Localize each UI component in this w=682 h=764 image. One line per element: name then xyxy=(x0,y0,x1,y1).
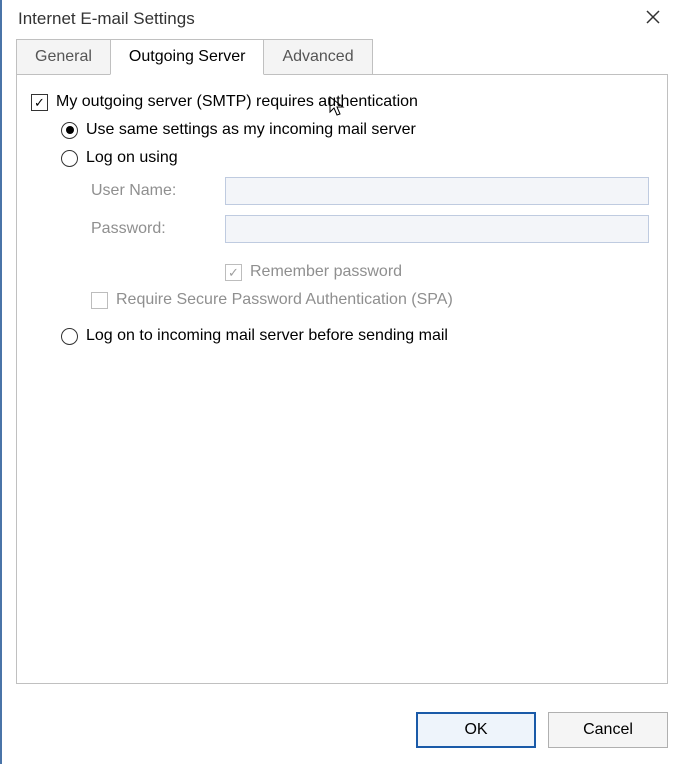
use-same-label: Use same settings as my incoming mail se… xyxy=(86,121,416,139)
username-input[interactable] xyxy=(225,177,649,205)
tab-panel-outgoing: ✓ My outgoing server (SMTP) requires aut… xyxy=(16,74,668,684)
titlebar: Internet E-mail Settings xyxy=(2,0,682,39)
requires-auth-label: My outgoing server (SMTP) requires authe… xyxy=(56,93,418,111)
require-spa-label: Require Secure Password Authentication (… xyxy=(116,291,453,309)
tab-outgoing-server[interactable]: Outgoing Server xyxy=(110,39,265,75)
use-same-radio[interactable] xyxy=(61,122,78,139)
ok-button[interactable]: OK xyxy=(416,712,536,748)
password-label: Password: xyxy=(91,220,211,238)
log-on-incoming-radio[interactable] xyxy=(61,328,78,345)
close-button[interactable] xyxy=(638,8,668,29)
require-spa-row: Require Secure Password Authentication (… xyxy=(91,291,649,309)
requires-auth-checkbox[interactable]: ✓ xyxy=(31,94,48,111)
checkmark-icon: ✓ xyxy=(228,266,239,279)
checkmark-icon: ✓ xyxy=(34,96,45,109)
tab-strip: General Outgoing Server Advanced xyxy=(16,39,668,74)
log-on-using-radio[interactable] xyxy=(61,150,78,167)
credentials-group: User Name: Password: ✓ Remember password… xyxy=(91,177,649,309)
username-label: User Name: xyxy=(91,182,211,200)
radio-dot-icon xyxy=(66,126,74,134)
close-icon xyxy=(646,8,660,28)
button-label: OK xyxy=(464,721,487,738)
email-settings-dialog: Internet E-mail Settings General Outgoin… xyxy=(0,0,682,764)
tab-label: Advanced xyxy=(282,48,353,65)
tab-label: Outgoing Server xyxy=(129,48,246,65)
tab-general[interactable]: General xyxy=(16,39,111,74)
use-same-row: Use same settings as my incoming mail se… xyxy=(61,121,649,139)
password-input[interactable] xyxy=(225,215,649,243)
remember-password-row: ✓ Remember password xyxy=(225,263,649,281)
dialog-title: Internet E-mail Settings xyxy=(18,9,195,29)
cancel-button[interactable]: Cancel xyxy=(548,712,668,748)
log-on-incoming-label: Log on to incoming mail server before se… xyxy=(86,327,448,345)
log-on-incoming-row: Log on to incoming mail server before se… xyxy=(61,327,649,345)
log-on-using-row: Log on using xyxy=(61,149,649,167)
content-area: General Outgoing Server Advanced ✓ My ou… xyxy=(2,39,682,698)
tab-advanced[interactable]: Advanced xyxy=(263,39,372,74)
remember-password-label: Remember password xyxy=(250,263,402,281)
button-label: Cancel xyxy=(583,721,633,738)
dialog-buttons: OK Cancel xyxy=(2,698,682,764)
require-spa-checkbox[interactable] xyxy=(91,292,108,309)
log-on-using-label: Log on using xyxy=(86,149,178,167)
requires-auth-row: ✓ My outgoing server (SMTP) requires aut… xyxy=(31,93,649,111)
tab-label: General xyxy=(35,48,92,65)
remember-password-checkbox[interactable]: ✓ xyxy=(225,264,242,281)
